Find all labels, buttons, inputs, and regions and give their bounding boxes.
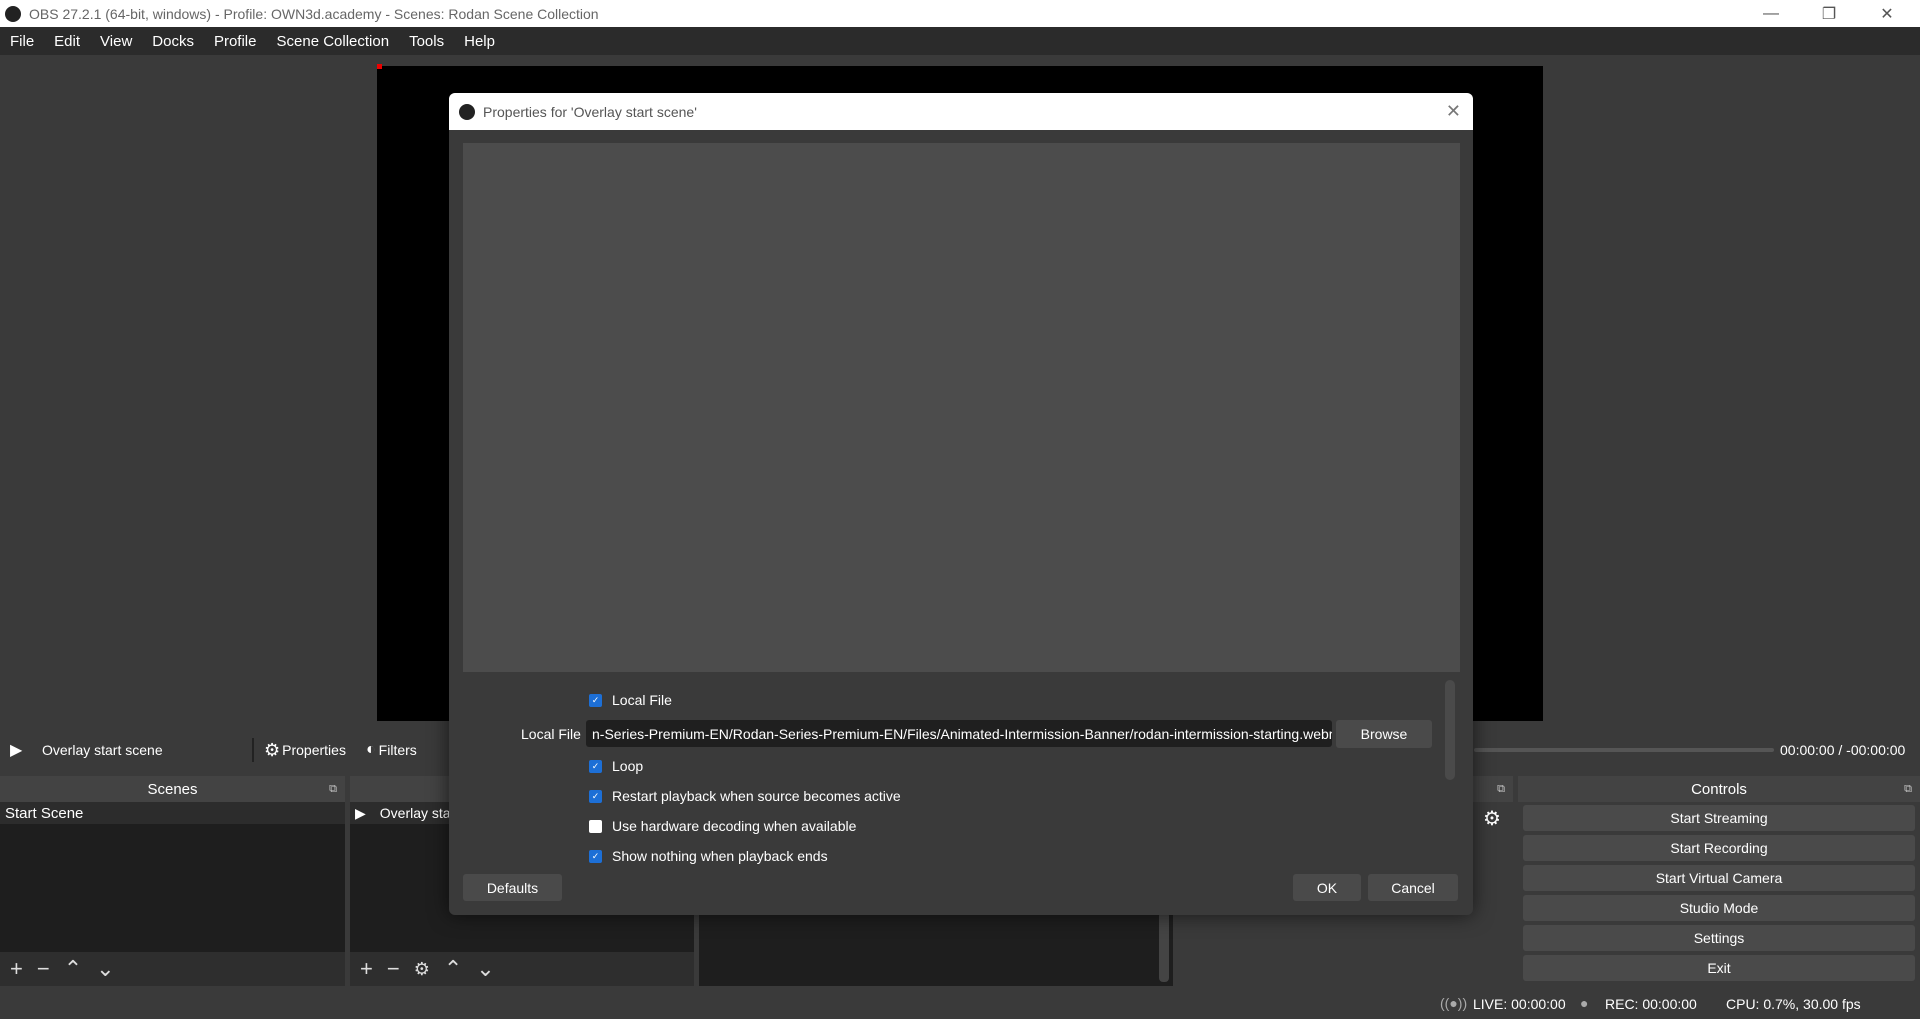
menu-help[interactable]: Help (464, 33, 495, 50)
status-bar: ((●)) LIVE: 00:00:00 ● REC: 00:00:00 CPU… (0, 992, 1920, 1019)
checkbox-label: Loop (612, 758, 644, 774)
sources-footer: + − ⚙ ⌃ ⌄ (350, 952, 694, 986)
checkbox-label: Use hardware decoding when available (612, 818, 857, 834)
window-title: OBS 27.2.1 (64-bit, windows) - Profile: … (29, 5, 599, 22)
checkbox-checked-icon: ✓ (589, 693, 602, 707)
start-streaming-button[interactable]: Start Streaming (1523, 805, 1915, 831)
move-down-icon[interactable]: ⌄ (96, 956, 114, 982)
maximize-button[interactable]: ❐ (1800, 0, 1858, 27)
dialog-close-icon[interactable]: ✕ (1446, 101, 1461, 122)
checkbox-checked-icon: ✓ (589, 789, 602, 803)
mixer-scrollbar[interactable] (1159, 912, 1169, 982)
title-bar: OBS 27.2.1 (64-bit, windows) - Profile: … (0, 0, 1920, 27)
checkbox-checked-icon: ✓ (589, 849, 602, 863)
live-time: LIVE: 00:00:00 (1473, 996, 1566, 1012)
scenes-list: Start Scene (0, 802, 345, 952)
live-broadcast-icon: ((●)) (1440, 995, 1468, 1011)
local-file-input[interactable]: n-Series-Premium-EN/Rodan-Series-Premium… (586, 720, 1332, 747)
properties-label: Properties (282, 742, 346, 758)
gear-icon: ⚙ (264, 739, 281, 760)
dialog-title: Properties for 'Overlay start scene' (483, 103, 697, 120)
menu-tools[interactable]: Tools (409, 33, 444, 50)
float-dock-icon[interactable]: ⧉ (329, 783, 337, 796)
filter-icon: ◐ (366, 741, 376, 758)
local-file-label: Local File (521, 726, 581, 742)
play-icon[interactable]: ▶ (10, 740, 22, 760)
scenes-dock-header: Scenes ⧉ (0, 776, 345, 802)
start-recording-button[interactable]: Start Recording (1523, 835, 1915, 861)
menu-edit[interactable]: Edit (54, 33, 80, 50)
rec-time: REC: 00:00:00 (1605, 996, 1697, 1012)
settings-button[interactable]: Settings (1523, 925, 1915, 951)
properties-scrollbar[interactable] (1445, 680, 1455, 780)
add-icon[interactable]: + (360, 956, 373, 982)
menu-view[interactable]: View (100, 33, 132, 50)
play-icon: ▶ (355, 805, 366, 821)
hardware-decoding-checkbox[interactable]: Use hardware decoding when available (589, 818, 856, 834)
float-dock-icon[interactable]: ⧉ (1904, 783, 1912, 796)
media-time: 00:00:00 / -00:00:00 (1780, 742, 1906, 758)
move-down-icon[interactable]: ⌄ (476, 956, 494, 982)
remove-icon[interactable]: − (387, 956, 400, 982)
move-up-icon[interactable]: ⌃ (64, 956, 82, 982)
menu-file[interactable]: File (10, 33, 34, 50)
checkbox-unchecked-icon (589, 819, 602, 833)
checkbox-label: Show nothing when playback ends (612, 848, 828, 864)
filters-button[interactable]: ◐ Filters (366, 741, 417, 759)
gear-icon[interactable]: ⚙ (414, 959, 430, 980)
obs-logo-icon (459, 103, 475, 120)
properties-button[interactable]: ⚙ Properties (264, 740, 346, 761)
local-file-checkbox[interactable]: ✓ Local File (589, 692, 672, 708)
minimize-button[interactable]: — (1742, 0, 1800, 27)
menu-scene-collection[interactable]: Scene Collection (277, 33, 390, 50)
scenes-footer: + − ⌃ ⌄ (0, 952, 345, 986)
ok-button[interactable]: OK (1293, 874, 1361, 901)
close-button[interactable]: ✕ (1858, 0, 1916, 27)
source-preview (463, 143, 1460, 672)
cpu-fps: CPU: 0.7%, 30.00 fps (1726, 996, 1861, 1012)
checkbox-label: Restart playback when source becomes act… (612, 788, 901, 804)
defaults-button[interactable]: Defaults (463, 874, 562, 901)
transition-gear-icon[interactable]: ⚙ (1483, 806, 1501, 831)
float-dock-icon[interactable]: ⧉ (1497, 783, 1505, 796)
scene-item[interactable]: Start Scene (0, 802, 345, 824)
restart-playback-checkbox[interactable]: ✓ Restart playback when source becomes ac… (589, 788, 901, 804)
start-virtual-camera-button[interactable]: Start Virtual Camera (1523, 865, 1915, 891)
scenes-title: Scenes (147, 780, 198, 798)
controls-title: Controls (1691, 780, 1747, 798)
rec-dot-icon: ● (1580, 995, 1589, 1011)
add-icon[interactable]: + (10, 956, 23, 982)
menu-docks[interactable]: Docks (152, 33, 194, 50)
show-nothing-checkbox[interactable]: ✓ Show nothing when playback ends (589, 848, 828, 864)
cancel-button[interactable]: Cancel (1368, 874, 1458, 901)
checkbox-checked-icon: ✓ (589, 759, 602, 773)
seek-slider[interactable] (1474, 748, 1774, 752)
studio-mode-button[interactable]: Studio Mode (1523, 895, 1915, 921)
checkbox-label: Local File (612, 692, 672, 708)
obs-logo-icon (5, 5, 21, 22)
current-source-name: Overlay start scene (42, 742, 163, 758)
move-up-icon[interactable]: ⌃ (444, 956, 462, 982)
controls-dock-header: Controls ⧉ (1518, 776, 1920, 802)
properties-dialog: Properties for 'Overlay start scene' ✕ ✓… (449, 93, 1473, 915)
filters-label: Filters (378, 742, 417, 758)
exit-button[interactable]: Exit (1523, 955, 1915, 981)
loop-checkbox[interactable]: ✓ Loop (589, 758, 643, 774)
browse-button[interactable]: Browse (1336, 720, 1432, 748)
selection-handle (377, 64, 382, 69)
dialog-title-bar: Properties for 'Overlay start scene' ✕ (449, 93, 1473, 130)
menu-bar: File Edit View Docks Profile Scene Colle… (0, 27, 1920, 55)
menu-profile[interactable]: Profile (214, 33, 257, 50)
remove-icon[interactable]: − (37, 956, 50, 982)
